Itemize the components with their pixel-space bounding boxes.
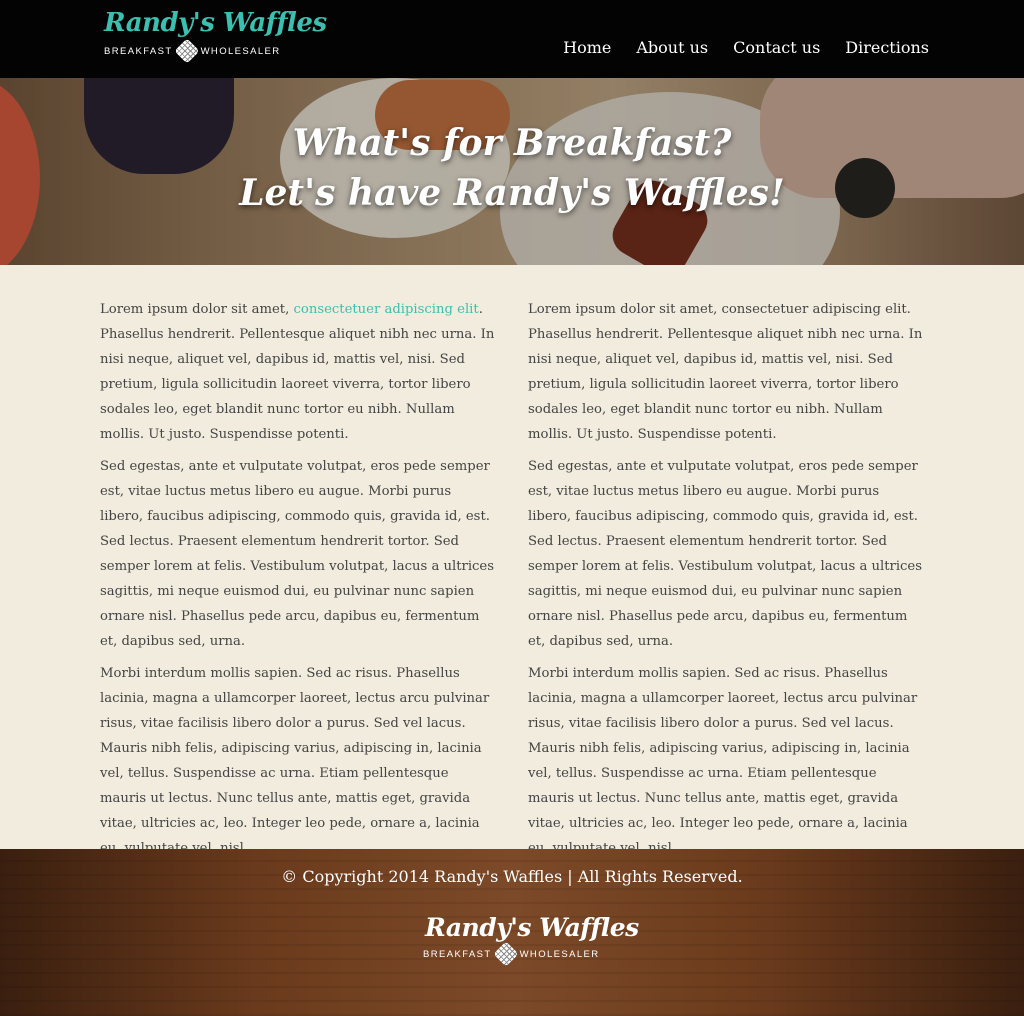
paragraph: Lorem ipsum dolor sit amet, consectetuer…	[100, 297, 498, 447]
content-column-left: Lorem ipsum dolor sit amet, consectetuer…	[100, 297, 498, 868]
nav-directions[interactable]: Directions	[845, 38, 929, 62]
logo-right-text: WHOLESALER	[200, 45, 281, 57]
logo-title: Randy's Waffles	[104, 8, 327, 38]
main-nav: Home About us Contact us Directions	[538, 38, 929, 62]
logo-left-text: BREAKFAST	[423, 948, 492, 960]
nav-about-us[interactable]: About us	[636, 38, 708, 62]
paragraph: Morbi interdum mollis sapien. Sed ac ris…	[528, 666, 918, 856]
footer-logo[interactable]: Randy's Waffles BREAKFAST WHOLESALER	[423, 913, 639, 969]
logo-title: Randy's Waffles	[425, 913, 639, 942]
paragraph-text: Lorem ipsum dolor sit amet,	[100, 302, 294, 317]
main-content: Lorem ipsum dolor sit amet, consectetuer…	[0, 265, 1024, 856]
paragraph-text: . Phasellus hendrerit. Pellentesque aliq…	[100, 302, 495, 442]
inline-link[interactable]: consectetuer adipiscing elit	[294, 302, 479, 317]
hero-heading-line2: Let's have Randy's Waffles!	[239, 172, 785, 214]
logo-right-text: WHOLESALER	[519, 948, 600, 960]
logo-left-text: BREAKFAST	[104, 45, 173, 57]
site-logo[interactable]: Randy's Waffles BREAKFAST WHOLESALER	[104, 8, 327, 64]
paragraph: Sed egestas, ante et vulputate volutpat,…	[528, 459, 923, 649]
nav-contact-us[interactable]: Contact us	[733, 38, 820, 62]
hero-heading-line1: What's for Breakfast?	[292, 122, 732, 164]
paragraph: Morbi interdum mollis sapien. Sed ac ris…	[100, 666, 490, 856]
paragraph: Sed egestas, ante et vulputate volutpat,…	[100, 459, 495, 649]
waffle-icon	[173, 38, 200, 64]
paragraph: Lorem ipsum dolor sit amet, consectetuer…	[528, 302, 923, 442]
site-footer: © Copyright 2014 Randy's Waffles | All R…	[0, 849, 1024, 1016]
copyright-text: © Copyright 2014 Randy's Waffles | All R…	[281, 867, 743, 886]
content-column-right: Lorem ipsum dolor sit amet, consectetuer…	[528, 297, 926, 868]
waffle-icon	[492, 941, 519, 967]
site-header: Randy's Waffles BREAKFAST WHOLESALER Hom…	[0, 0, 1024, 78]
logo-tagline: BREAKFAST WHOLESALER	[423, 941, 600, 967]
hero-banner: What's for Breakfast? Let's have Randy's…	[0, 78, 1024, 265]
logo-tagline: BREAKFAST WHOLESALER	[104, 38, 281, 64]
nav-home[interactable]: Home	[563, 38, 611, 62]
